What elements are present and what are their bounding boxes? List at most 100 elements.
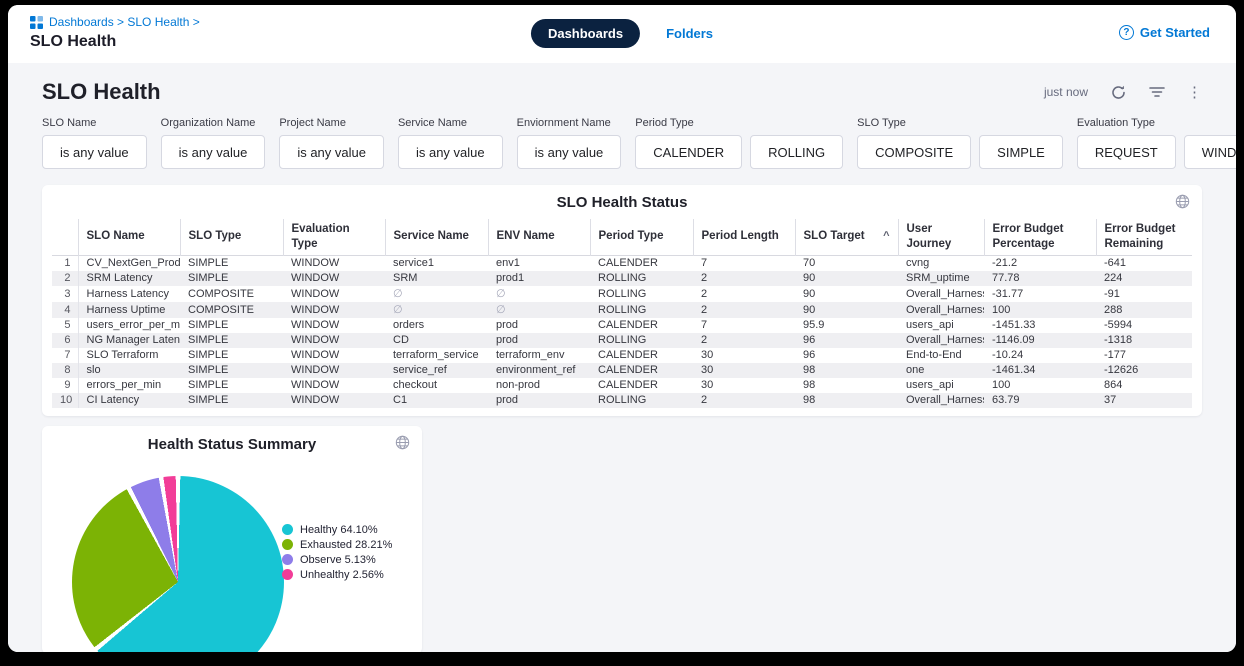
table-cell: WINDOW — [283, 333, 385, 348]
filter-value-button[interactable]: is any value — [398, 135, 503, 169]
table-cell: Overall_Harness — [898, 393, 984, 408]
table-cell: 30 — [693, 378, 795, 393]
table-header-error-budget-remaining[interactable]: Error Budget Remaining — [1096, 219, 1192, 255]
filter-value-button[interactable]: REQUEST — [1077, 135, 1176, 169]
table-cell: SIMPLE — [180, 333, 283, 348]
breadcrumb[interactable]: Dashboards > SLO Health > — [49, 15, 200, 29]
table-row: 1CV_NextGen_ProdSIMPLEWINDOWservice1env1… — [52, 255, 1192, 271]
table-cell: -1146.09 — [984, 333, 1096, 348]
table-cell: 288 — [1096, 302, 1192, 318]
filter-button[interactable] — [1149, 85, 1165, 99]
row-number: 5 — [52, 318, 78, 333]
table-cell: WINDOW — [283, 348, 385, 363]
table-cell: ROLLING — [590, 271, 693, 286]
tab-folders[interactable]: Folders — [666, 26, 713, 41]
table-cell: 100 — [984, 378, 1096, 393]
table-globe-button[interactable] — [1175, 194, 1190, 212]
table-cell: WINDOW — [283, 271, 385, 286]
filter-buttons: is any value — [161, 135, 266, 169]
table-cell: WINDOW — [283, 363, 385, 378]
legend-item[interactable]: Healthy 64.10% — [282, 524, 392, 536]
slo-health-status-card: SLO Health Status SLO NameSLO TypeEvalua… — [42, 185, 1202, 416]
table-cell: ∅ — [488, 302, 590, 318]
header-tabs: Dashboards Folders — [531, 19, 713, 48]
health-status-summary-card: Health Status Summary Healthy 64.10% Exha… — [42, 426, 422, 652]
table-cell: CI Latency — [78, 393, 180, 408]
more-menu-button[interactable]: ⋮ — [1187, 85, 1202, 100]
table-cell: WINDOW — [283, 286, 385, 302]
table-cell: 90 — [795, 271, 898, 286]
filter-label: Project Name — [279, 117, 384, 129]
table-cell: SRM Latency — [78, 271, 180, 286]
table-row: 10CI LatencySIMPLEWINDOWC1prodROLLING298… — [52, 393, 1192, 408]
legend-label: Unhealthy 2.56% — [300, 569, 384, 581]
table-header-user-journey[interactable]: User Journey — [898, 219, 984, 255]
table-cell: SRM_uptime — [898, 271, 984, 286]
legend-label: Observe 5.13% — [300, 554, 376, 566]
table-row: 3Harness LatencyCOMPOSITEWINDOW∅∅ROLLING… — [52, 286, 1192, 302]
table-cell: 224 — [1096, 271, 1192, 286]
table-cell: 7 — [693, 318, 795, 333]
row-number: 3 — [52, 286, 78, 302]
table-cell: CD — [385, 333, 488, 348]
filter-label: Enviornment Name — [517, 117, 622, 129]
table-cell: -21.2 — [984, 255, 1096, 271]
refresh-button[interactable] — [1110, 84, 1127, 101]
table-cell: terraform_env — [488, 348, 590, 363]
get-started-link[interactable]: ? Get Started — [1119, 25, 1210, 40]
table-cell: WINDOW — [283, 302, 385, 318]
filter-value-button[interactable]: is any value — [42, 135, 147, 169]
table-cell: 2 — [693, 271, 795, 286]
health-status-pie-chart[interactable] — [72, 476, 284, 652]
legend-item[interactable]: Unhealthy 2.56% — [282, 569, 392, 581]
filter-value-button[interactable]: SIMPLE — [979, 135, 1063, 169]
filter-value-button[interactable]: WINDOW — [1184, 135, 1236, 169]
table-cell: SIMPLE — [180, 348, 283, 363]
table-cell: SIMPLE — [180, 363, 283, 378]
filter-value-button[interactable]: is any value — [517, 135, 622, 169]
filter-value-button[interactable]: ROLLING — [750, 135, 843, 169]
legend-item[interactable]: Exhausted 28.21% — [282, 539, 392, 551]
table-cell: -1318 — [1096, 333, 1192, 348]
table-header-slo-target[interactable]: SLO Target^ — [795, 219, 898, 255]
table-header-service-name[interactable]: Service Name — [385, 219, 488, 255]
filter-value-button[interactable]: is any value — [279, 135, 384, 169]
table-header-evaluation-type[interactable]: Evaluation Type — [283, 219, 385, 255]
filter-value-button[interactable]: COMPOSITE — [857, 135, 971, 169]
table-cell: 2 — [693, 286, 795, 302]
table-header-period-type[interactable]: Period Type — [590, 219, 693, 255]
table-header-slo-type[interactable]: SLO Type — [180, 219, 283, 255]
table-cell: 96 — [795, 333, 898, 348]
table-cell: Harness Latency — [78, 286, 180, 302]
filter-label: Service Name — [398, 117, 503, 129]
table-cell: prod — [488, 333, 590, 348]
pie-globe-button[interactable] — [395, 435, 410, 453]
legend-item[interactable]: Observe 5.13% — [282, 554, 392, 566]
table-header-period-length[interactable]: Period Length — [693, 219, 795, 255]
table-cell: 70 — [795, 255, 898, 271]
row-number: 9 — [52, 378, 78, 393]
table-header-env-name[interactable]: ENV Name — [488, 219, 590, 255]
legend-dot — [282, 569, 293, 580]
legend-dot — [282, 524, 293, 535]
table-cell: environment_ref — [488, 363, 590, 378]
table-cell: 98 — [795, 363, 898, 378]
table-cell: users_api — [898, 378, 984, 393]
table-header-error-budget-percentage[interactable]: Error Budget Percentage — [984, 219, 1096, 255]
table-cell: -31.77 — [984, 286, 1096, 302]
table-header-row: SLO NameSLO TypeEvaluation TypeService N… — [52, 219, 1192, 255]
tab-dashboards[interactable]: Dashboards — [531, 19, 640, 48]
table-cell: Harness Uptime — [78, 302, 180, 318]
table-cell: 30 — [693, 363, 795, 378]
table-cell: WINDOW — [283, 255, 385, 271]
filter-value-button[interactable]: is any value — [161, 135, 266, 169]
pie-title: Health Status Summary — [42, 436, 422, 453]
table-title: SLO Health Status — [52, 194, 1192, 211]
table-cell: 7 — [693, 255, 795, 271]
dashboard-content: SLO Health just now ⋮ SLO Nameis any val… — [8, 63, 1236, 652]
table-cell: -12626 — [1096, 363, 1192, 378]
table-header-slo-name[interactable]: SLO Name — [78, 219, 180, 255]
table-cell: 37 — [1096, 393, 1192, 408]
row-number: 10 — [52, 393, 78, 408]
filter-value-button[interactable]: CALENDER — [635, 135, 742, 169]
